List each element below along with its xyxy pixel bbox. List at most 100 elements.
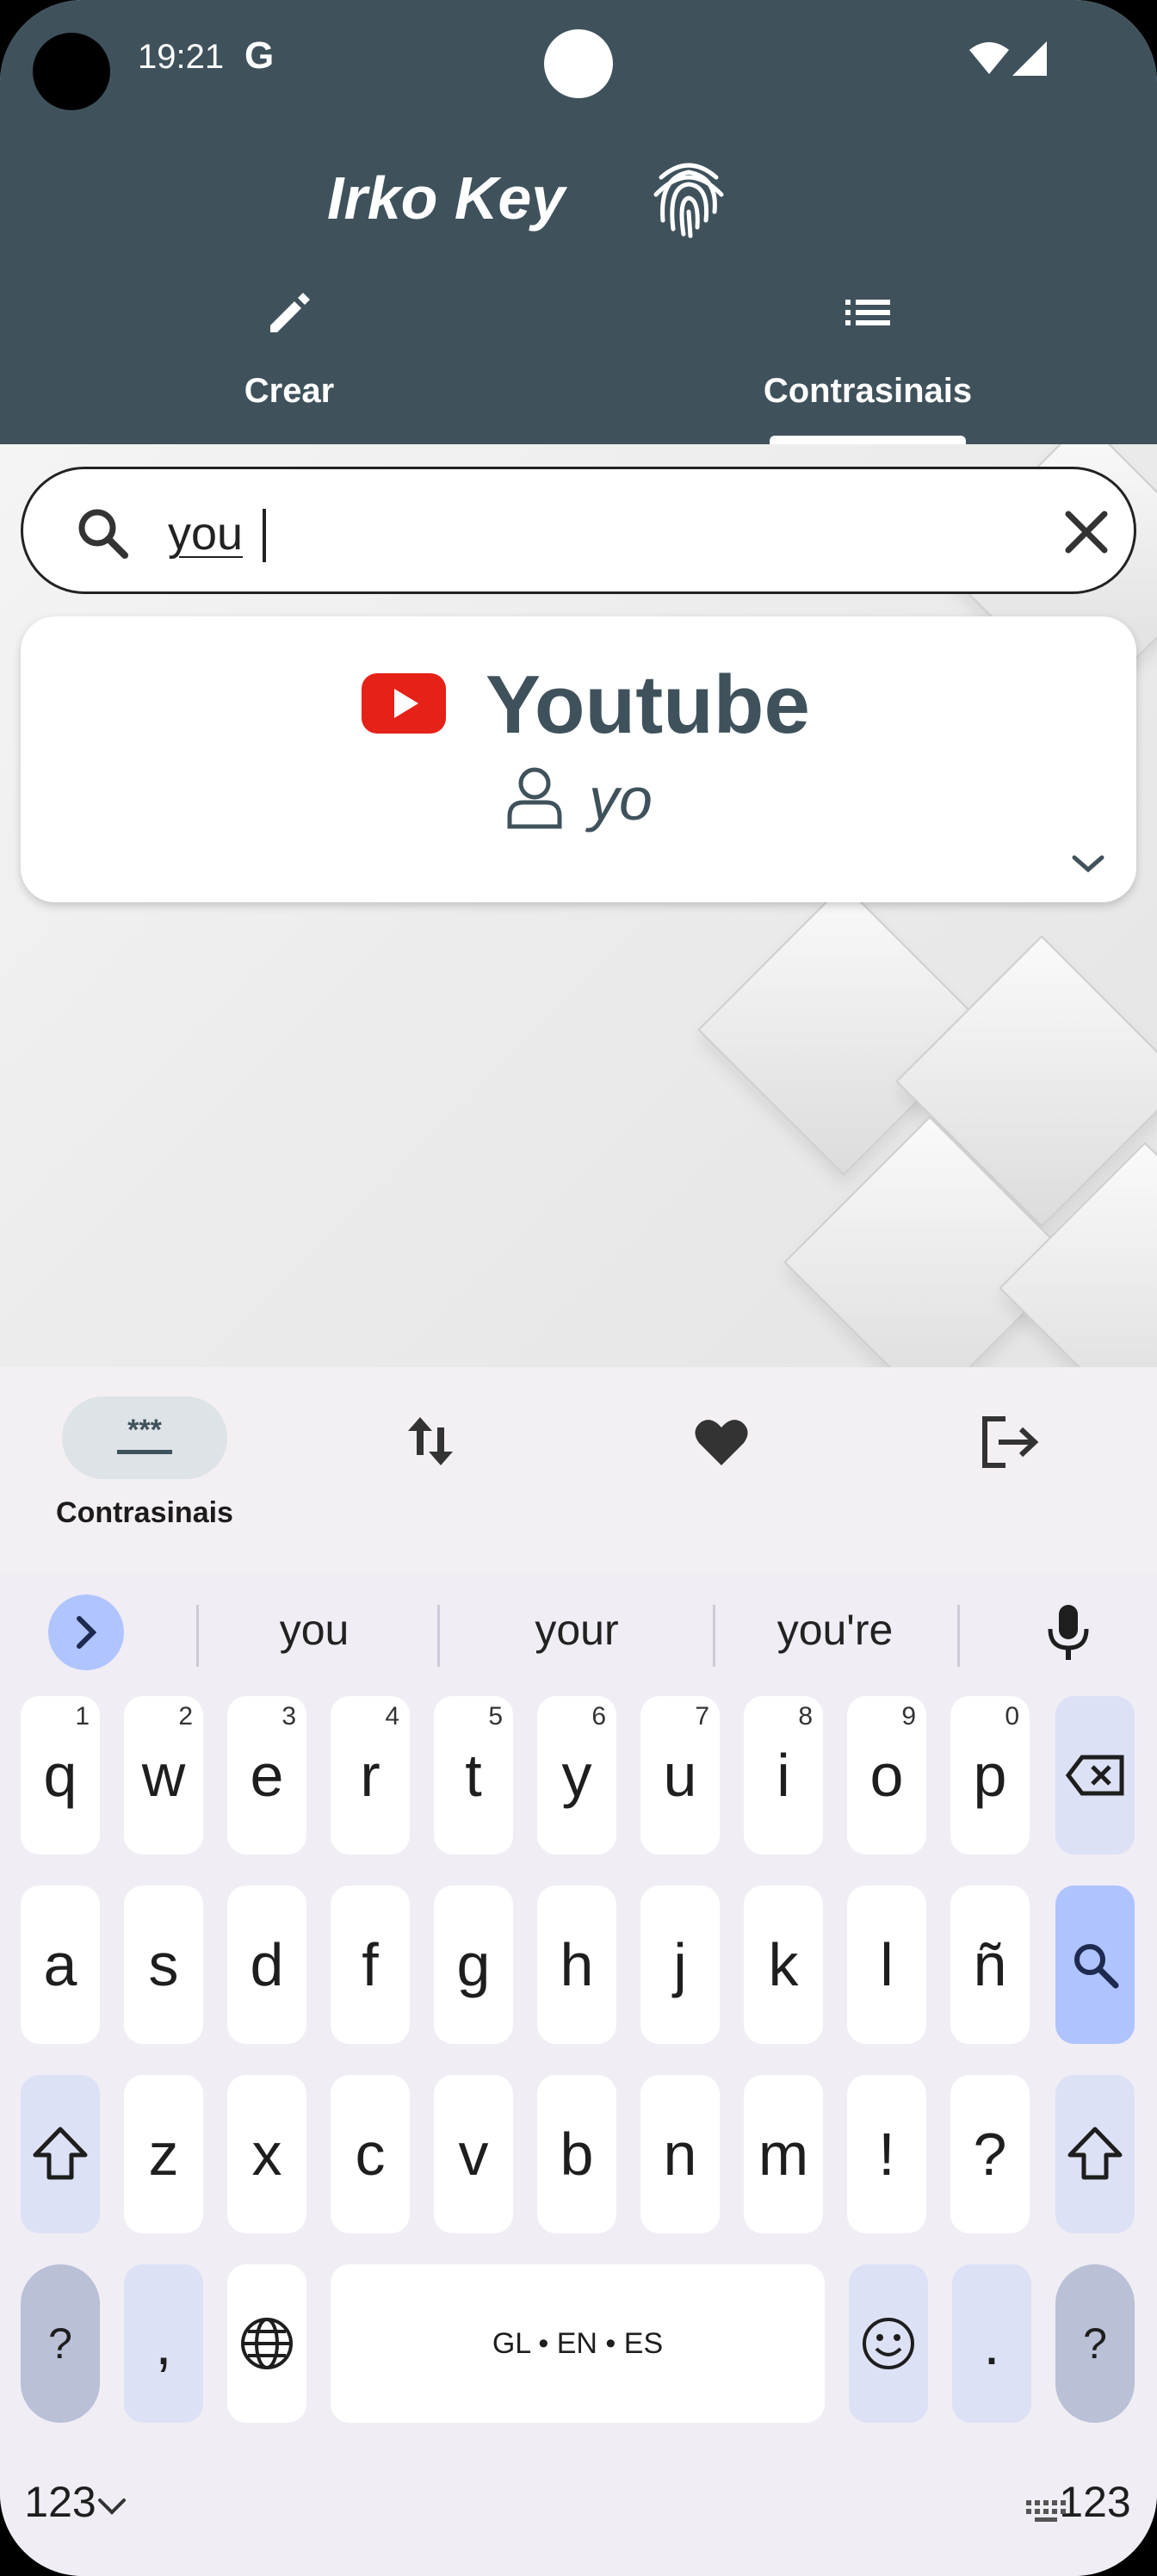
search-icon	[75, 505, 130, 565]
nav-item-logout[interactable]	[980, 1396, 1049, 1551]
keyboard-nav-bar	[0, 2473, 1157, 2576]
divider	[437, 1605, 440, 1667]
suggestion-2[interactable]: your	[482, 1605, 671, 1655]
microphone-icon[interactable]	[1047, 1603, 1090, 1668]
google-icon: G	[244, 34, 275, 77]
key-j[interactable]: j	[640, 1886, 720, 2044]
youtube-logo	[362, 673, 446, 734]
key-k[interactable]: k	[744, 1886, 823, 2044]
search-key[interactable]	[1055, 1886, 1135, 2044]
chevron-down-icon[interactable]	[96, 2497, 127, 2522]
key-c[interactable]: c	[331, 2075, 410, 2233]
sort-icon	[405, 1414, 456, 1473]
period-key[interactable]: .	[952, 2264, 1031, 2423]
key-y[interactable]: y6	[537, 1696, 616, 1855]
search-input[interactable]	[168, 495, 1012, 573]
chevron-right-icon	[77, 1616, 97, 1649]
app-title: Irko Key	[327, 164, 566, 232]
backspace-icon	[1065, 1755, 1124, 1796]
key-p[interactable]: p0	[950, 1696, 1030, 1855]
fingerprint-icon	[653, 163, 724, 238]
password-entry-card[interactable]: Youtube yo	[21, 616, 1136, 902]
signal-icon	[1012, 41, 1047, 80]
key-d[interactable]: d	[227, 1886, 306, 2044]
key-i[interactable]: i8	[744, 1696, 823, 1855]
key-u[interactable]: u7	[640, 1696, 720, 1855]
shift-key-right[interactable]	[1055, 2075, 1135, 2233]
tab-contrasinais[interactable]: Contrasinais	[578, 276, 1157, 444]
logout-icon	[980, 1415, 1040, 1473]
user-icon	[504, 763, 565, 836]
content-area: Youtube yo	[0, 444, 1157, 1367]
divider	[957, 1605, 960, 1667]
text-cursor	[263, 509, 266, 562]
key-exclamation[interactable]: !	[847, 2075, 926, 2233]
key-w[interactable]: w2	[124, 1696, 203, 1855]
tab-crear-label: Crear	[244, 372, 335, 410]
entry-name: Youtube	[486, 659, 810, 751]
nav-item-sort[interactable]	[405, 1396, 465, 1551]
emoji-key[interactable]	[849, 2264, 928, 2423]
comma-key[interactable]: ,	[124, 2264, 203, 2423]
key-l[interactable]: l	[847, 1886, 926, 2044]
shift-icon	[33, 2127, 88, 2180]
password-icon: ***	[115, 1414, 174, 1463]
language-key[interactable]	[227, 2264, 306, 2423]
key-f[interactable]: f	[331, 1886, 410, 2044]
space-bar[interactable]: GL • EN • ES	[331, 2264, 825, 2423]
symbols-key-left[interactable]: ?123	[21, 2264, 100, 2526]
key-z[interactable]: z	[124, 2075, 203, 2233]
emoji-icon	[863, 2318, 914, 2369]
bottom-navigation: *** Contrasinais	[0, 1367, 1157, 1574]
camera-cutout	[33, 33, 110, 110]
key-n[interactable]: n	[640, 2075, 720, 2233]
key-h[interactable]: h	[537, 1886, 616, 2044]
key-a[interactable]: a	[21, 1886, 100, 2044]
nav-active-indicator: ***	[62, 1396, 227, 1479]
backspace-key[interactable]	[1055, 1696, 1135, 1855]
front-camera	[544, 29, 613, 98]
tab-contrasinais-label: Contrasinais	[763, 372, 973, 410]
status-bar: 19:21 G	[0, 0, 1157, 121]
pencil-icon	[263, 288, 315, 344]
keyboard-icon[interactable]	[1024, 2499, 1067, 2527]
expand-toolbar-button[interactable]	[48, 1595, 124, 1670]
shift-icon	[1067, 2127, 1123, 2180]
clear-search-button[interactable]	[1056, 502, 1117, 562]
close-icon	[1065, 511, 1108, 554]
nav-item-favorites[interactable]	[694, 1396, 754, 1551]
key-s[interactable]: s	[124, 1886, 203, 2044]
shift-key-left[interactable]	[21, 2075, 100, 2233]
key-v[interactable]: v	[434, 2075, 513, 2233]
suggestion-strip: you your you're	[0, 1574, 1157, 1686]
key-b[interactable]: b	[537, 2075, 616, 2233]
divider	[196, 1605, 199, 1667]
key-q[interactable]: q1	[21, 1696, 100, 1855]
key-r[interactable]: r4	[331, 1696, 410, 1855]
suggestion-1[interactable]: you	[241, 1605, 387, 1655]
entry-username: yo	[589, 765, 653, 833]
chevron-down-icon[interactable]	[1069, 851, 1107, 881]
suggestion-3[interactable]: you're	[749, 1605, 921, 1655]
app-header: 19:21 G Irko Key Crear Contrasinais	[0, 0, 1157, 444]
svg-text:***: ***	[127, 1417, 162, 1446]
key-o[interactable]: o9	[847, 1696, 926, 1855]
key-e[interactable]: e3	[227, 1696, 306, 1855]
tab-indicator	[770, 436, 966, 444]
key-question[interactable]: ?	[950, 2075, 1030, 2233]
search-bar	[21, 467, 1136, 594]
key-t[interactable]: t5	[434, 1696, 513, 1855]
key-x[interactable]: x	[227, 2075, 306, 2233]
heart-icon	[694, 1417, 749, 1471]
nav-item-passwords[interactable]: *** Contrasinais	[34, 1396, 255, 1551]
divider	[713, 1605, 715, 1667]
nav-passwords-label: Contrasinais	[56, 1496, 233, 1529]
key-m[interactable]: m	[744, 2075, 823, 2233]
key-enye[interactable]: ñ	[950, 1886, 1030, 2044]
symbols-key-right[interactable]: ?123	[1055, 2264, 1135, 2526]
tab-crear[interactable]: Crear	[0, 276, 578, 444]
list-icon	[842, 288, 894, 344]
key-g[interactable]: g	[434, 1886, 513, 2044]
wifi-icon	[969, 41, 1009, 80]
fingerprint-button[interactable]	[644, 152, 733, 241]
